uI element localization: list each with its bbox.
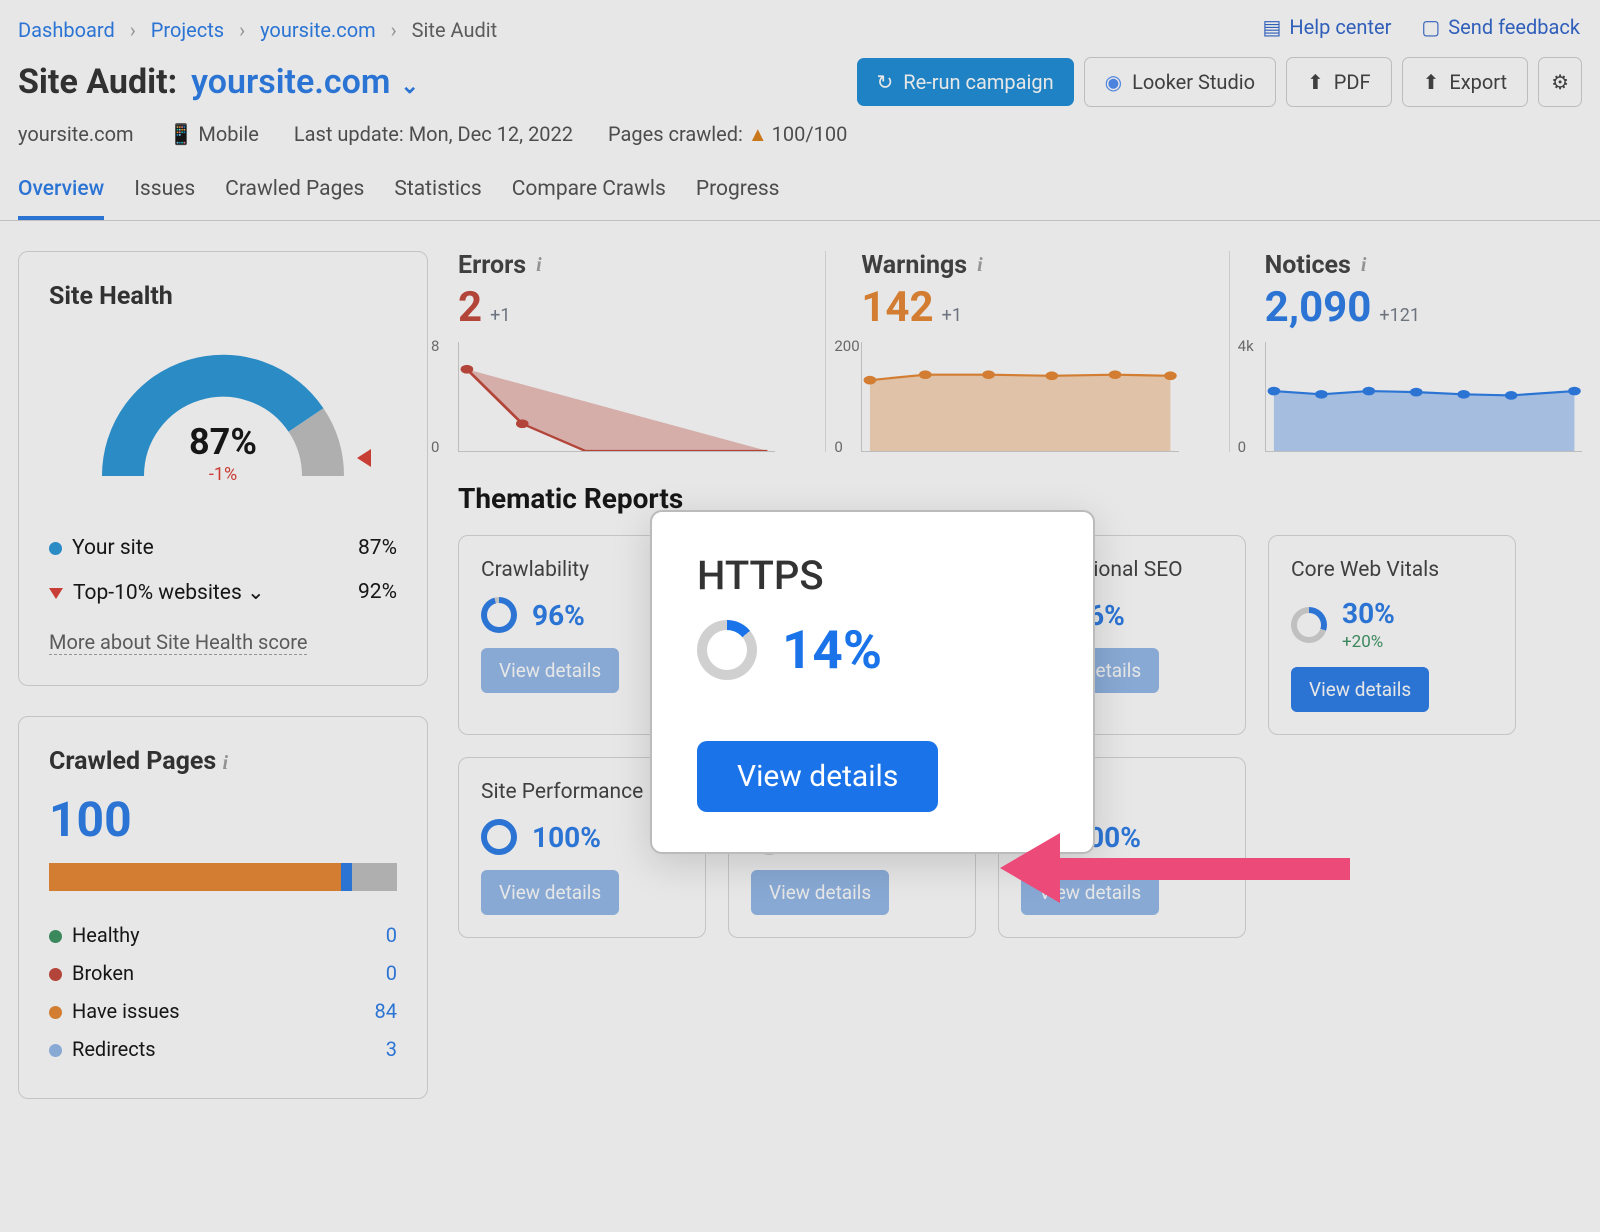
gauge-value: 87% [49,421,397,463]
chevron-right-icon: › [130,18,136,42]
dot-icon [49,930,62,943]
view-details-button[interactable]: View details [481,648,619,693]
info-icon[interactable]: i [536,254,542,277]
ring-icon [1291,607,1327,643]
meta-domain: yoursite.com [18,122,134,147]
crawled-pages-card: Crawled Pages i 100 Healthy0 Broken0 Hav… [18,716,428,1099]
popup-pct: 14% [782,619,882,681]
ring-icon [697,620,757,680]
tab-crawled-pages[interactable]: Crawled Pages [225,177,364,220]
ring-icon [481,597,517,633]
page-title: Site Audit: [18,62,177,102]
refresh-icon: ↻ [877,70,894,94]
tab-overview[interactable]: Overview [18,177,104,220]
chevron-right-icon: › [239,18,245,42]
report-card-cwv: Core Web Vitals 30%+20% View details [1268,535,1516,735]
tab-progress[interactable]: Progress [696,177,780,220]
view-details-button[interactable]: View details [1291,667,1429,712]
dot-icon [49,542,62,555]
crawled-total: 100 [49,776,397,863]
dot-icon [49,1006,62,1019]
crumb-current: Site Audit [412,18,498,42]
export-button[interactable]: ⬆Export [1402,57,1529,107]
gauge-delta: -1% [49,464,397,485]
popup-view-details-button[interactable]: View details [697,741,938,812]
chevron-down-icon: ⌄ [247,581,265,605]
domain-selector[interactable]: yoursite.com⌄ [191,62,419,102]
view-details-button[interactable]: View details [1021,870,1159,915]
upload-icon: ⬆ [1307,70,1324,94]
errors-stat: Errorsi 2+1 8 0 [458,251,775,452]
warnings-chart: 200 0 [861,342,1178,452]
dot-icon [49,968,62,981]
crumb-dashboard[interactable]: Dashboard [18,18,115,42]
help-center-link[interactable]: ▤Help center [1263,15,1392,39]
info-icon[interactable]: i [1361,254,1367,277]
rerun-campaign-button[interactable]: ↻Re-run campaign [857,58,1074,106]
crumb-projects[interactable]: Projects [151,18,224,42]
meta-last-update: Last update: Mon, Dec 12, 2022 [294,122,573,147]
mobile-icon: 📱 [169,122,194,146]
meta-pages-crawled: Pages crawled: ▲100/100 [608,122,847,147]
tab-compare-crawls[interactable]: Compare Crawls [512,177,666,220]
warning-icon: ▲ [748,122,768,146]
top10-dropdown[interactable]: Top-10% websites ⌄92% [49,570,397,615]
warnings-stat: Warningsi 142+1 200 0 [825,251,1178,452]
book-icon: ▤ [1263,15,1282,39]
send-feedback-link[interactable]: ▢Send feedback [1421,15,1580,39]
chevron-down-icon: ⌄ [400,74,418,99]
gear-icon: ⚙ [1551,70,1569,94]
info-icon[interactable]: i [977,254,983,277]
errors-chart: 8 0 [458,342,775,452]
view-details-button[interactable]: View details [751,870,889,915]
meta-device: 📱 Mobile [169,122,259,147]
triangle-down-icon [49,588,63,599]
settings-button[interactable]: ⚙ [1538,57,1582,107]
view-details-button[interactable]: View details [481,870,619,915]
notices-chart: 4k 0 [1265,342,1582,452]
tab-statistics[interactable]: Statistics [394,177,481,220]
looker-studio-button[interactable]: ◉Looker Studio [1084,57,1276,107]
crumb-domain[interactable]: yoursite.com [260,18,376,42]
dot-icon [49,1044,62,1057]
site-health-card: Site Health 87% -1% Your site87% Top-10%… [18,251,428,686]
upload-icon: ⬆ [1423,70,1440,94]
notices-stat: Noticesi 2,090+121 4k 0 [1229,251,1582,452]
site-health-more-link[interactable]: More about Site Health score [49,630,307,655]
looker-icon: ◉ [1105,70,1122,94]
crawled-pages-title: Crawled Pages i [49,747,397,776]
gauge-marker-icon [357,449,371,467]
pdf-button[interactable]: ⬆PDF [1286,57,1392,107]
https-popup: HTTPS 14% View details [650,510,1095,854]
crawled-bar-chart [49,863,397,891]
chat-icon: ▢ [1421,15,1440,39]
popup-title: HTTPS [697,552,1048,599]
tab-issues[interactable]: Issues [134,177,195,220]
chevron-right-icon: › [391,18,397,42]
site-health-title: Site Health [49,282,397,311]
ring-icon [481,819,517,855]
info-icon[interactable]: i [222,752,228,774]
